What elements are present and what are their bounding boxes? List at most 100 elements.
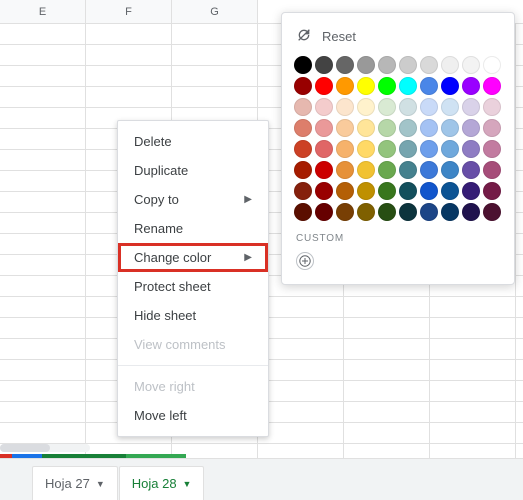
color-swatch[interactable] [294,119,312,137]
menu-delete[interactable]: Delete [118,127,268,156]
grid-cell[interactable] [86,87,172,107]
color-swatch[interactable] [294,203,312,221]
color-swatch[interactable] [399,119,417,137]
color-swatch[interactable] [483,203,501,221]
color-swatch[interactable] [462,161,480,179]
color-swatch[interactable] [294,77,312,95]
color-swatch[interactable] [462,182,480,200]
grid-cell[interactable] [0,87,86,107]
horizontal-scrollbar[interactable] [0,444,90,452]
grid-cell[interactable] [430,381,516,401]
color-swatch[interactable] [399,56,417,74]
grid-cell[interactable] [0,192,86,212]
color-swatch[interactable] [294,182,312,200]
color-swatch[interactable] [294,98,312,116]
color-swatch[interactable] [441,182,459,200]
menu-hide-sheet[interactable]: Hide sheet [118,301,268,330]
color-swatch[interactable] [420,77,438,95]
grid-cell[interactable] [86,66,172,86]
grid-cell[interactable] [344,339,430,359]
color-swatch[interactable] [462,98,480,116]
grid-cell[interactable] [0,402,86,422]
color-swatch[interactable] [357,140,375,158]
menu-change-color[interactable]: Change color▶ [118,243,268,272]
color-swatch[interactable] [336,203,354,221]
grid-cell[interactable] [0,171,86,191]
color-swatch[interactable] [315,119,333,137]
grid-cell[interactable] [258,381,344,401]
column-header[interactable]: G [172,0,258,23]
grid-cell[interactable] [0,297,86,317]
color-swatch[interactable] [378,56,396,74]
color-swatch[interactable] [294,161,312,179]
grid-cell[interactable] [0,45,86,65]
color-swatch[interactable] [378,119,396,137]
color-swatch[interactable] [357,98,375,116]
column-header[interactable]: E [0,0,86,23]
color-swatch[interactable] [399,77,417,95]
color-swatch[interactable] [378,161,396,179]
grid-cell[interactable] [86,24,172,44]
scrollbar-thumb[interactable] [0,444,50,452]
menu-duplicate[interactable]: Duplicate [118,156,268,185]
grid-cell[interactable] [258,402,344,422]
color-swatch[interactable] [483,98,501,116]
color-swatch[interactable] [441,56,459,74]
color-swatch[interactable] [483,182,501,200]
color-swatch[interactable] [315,203,333,221]
grid-cell[interactable] [172,87,258,107]
color-swatch[interactable] [357,203,375,221]
color-swatch[interactable] [378,77,396,95]
grid-cell[interactable] [0,129,86,149]
color-swatch[interactable] [336,56,354,74]
grid-cell[interactable] [430,360,516,380]
grid-cell[interactable] [0,108,86,128]
tab-dropdown-icon[interactable]: ▼ [96,479,105,489]
grid-cell[interactable] [258,339,344,359]
color-swatch[interactable] [462,140,480,158]
color-swatch[interactable] [315,77,333,95]
grid-cell[interactable] [0,318,86,338]
color-swatch[interactable] [441,161,459,179]
color-swatch[interactable] [378,98,396,116]
color-swatch[interactable] [399,161,417,179]
color-swatch[interactable] [399,203,417,221]
color-swatch[interactable] [399,98,417,116]
grid-cell[interactable] [430,402,516,422]
color-swatch[interactable] [483,119,501,137]
grid-cell[interactable] [344,423,430,443]
color-swatch[interactable] [441,77,459,95]
color-swatch[interactable] [357,56,375,74]
color-swatch[interactable] [315,161,333,179]
menu-copy-to[interactable]: Copy to▶ [118,185,268,214]
color-swatch[interactable] [336,119,354,137]
grid-cell[interactable] [344,297,430,317]
grid-cell[interactable] [0,255,86,275]
color-swatch[interactable] [357,119,375,137]
color-swatch[interactable] [420,182,438,200]
grid-cell[interactable] [0,360,86,380]
color-swatch[interactable] [420,56,438,74]
column-header[interactable]: F [86,0,172,23]
color-swatch[interactable] [441,98,459,116]
grid-cell[interactable] [0,276,86,296]
color-swatch[interactable] [294,56,312,74]
color-swatch[interactable] [294,140,312,158]
grid-cell[interactable] [172,24,258,44]
menu-move-left[interactable]: Move left [118,401,268,430]
color-swatch[interactable] [336,140,354,158]
menu-protect-sheet[interactable]: Protect sheet [118,272,268,301]
grid-cell[interactable] [258,360,344,380]
color-swatch[interactable] [378,203,396,221]
color-swatch[interactable] [483,140,501,158]
color-swatch[interactable] [483,161,501,179]
color-swatch[interactable] [399,140,417,158]
grid-cell[interactable] [0,213,86,233]
color-swatch[interactable] [420,161,438,179]
add-custom-color-button[interactable] [296,252,314,270]
grid-cell[interactable] [258,423,344,443]
grid-cell[interactable] [430,297,516,317]
color-swatch[interactable] [336,161,354,179]
grid-cell[interactable] [344,402,430,422]
color-swatch[interactable] [336,77,354,95]
